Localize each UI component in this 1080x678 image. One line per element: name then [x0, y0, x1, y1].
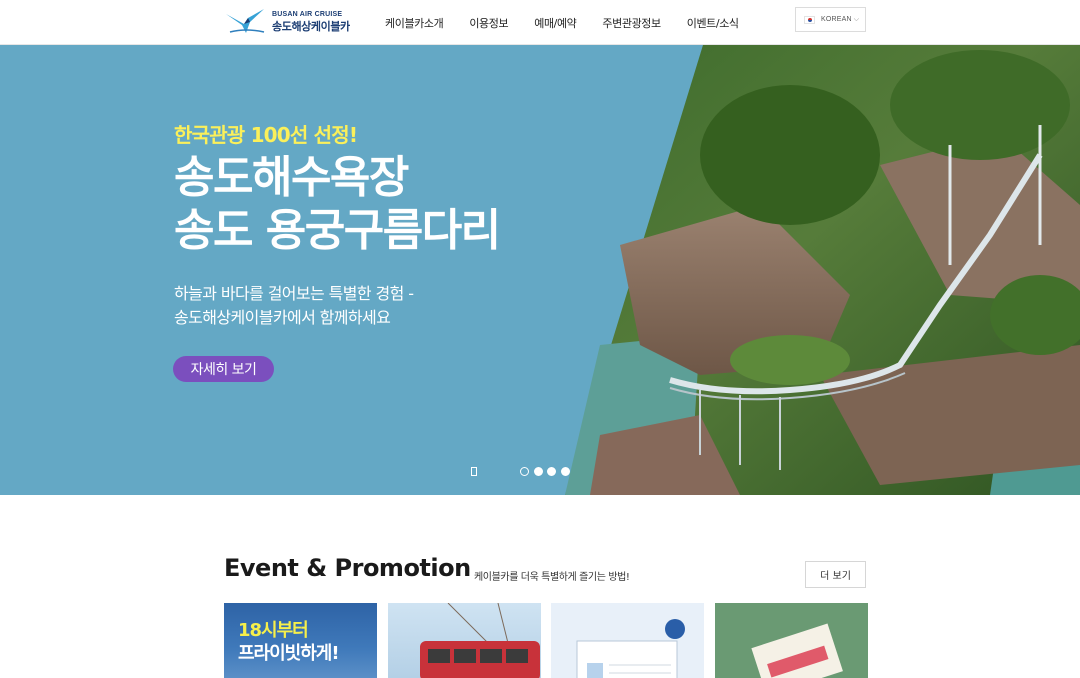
slide-dot-4[interactable] — [560, 467, 570, 476]
main-nav: 케이블카소개 이용정보 예매/예약 주변관광정보 이벤트/소식 — [372, 0, 752, 45]
slider-pagination — [520, 467, 574, 476]
hero-title: 송도해수욕장 송도 용궁구름다리 — [174, 151, 501, 257]
nav-item-booking[interactable]: 예매/예약 — [534, 15, 577, 31]
language-select[interactable]: KOREAN ⌵ — [795, 7, 866, 32]
logo-english-text: BUSAN AIR CRUISE — [272, 10, 343, 18]
korea-flag-icon — [804, 15, 815, 24]
event-card-1-line-1: 18시부터 — [238, 620, 309, 641]
hero-photo-skywalk — [565, 45, 1080, 495]
hero-banner: 한국관광 100선 선정! 송도해수욕장 송도 용궁구름다리 하늘과 바다를 걸… — [0, 45, 1080, 495]
events-section-subtitle: 케이블카를 더욱 특별하게 즐기는 방법! — [474, 572, 630, 583]
nav-item-events-news[interactable]: 이벤트/소식 — [687, 15, 739, 31]
language-label: KOREAN — [821, 16, 852, 23]
logo-korean-text: 송도해상케이블카 — [272, 19, 350, 33]
hero-desc-line-1: 하늘과 바다를 걸어보는 특별한 경험 - — [174, 284, 414, 303]
nav-item-cable-car-intro[interactable]: 케이블카소개 — [385, 15, 444, 31]
hero-title-line-2: 송도 용궁구름다리 — [174, 205, 501, 256]
hero-title-line-1: 송도해수욕장 — [174, 152, 409, 203]
event-card-exam-ticket[interactable] — [551, 603, 704, 678]
hero-kicker: 한국관광 100선 선정! — [174, 123, 358, 147]
event-card-1-text: 18시부터 프라이빗하게! — [238, 619, 340, 665]
nav-item-nearby-tourism[interactable]: 주변관광정보 — [602, 15, 661, 31]
exam-ticket-image — [576, 619, 685, 678]
events-section-title: Event & Promotion — [224, 554, 471, 582]
free-pass-ticket-image — [751, 623, 843, 678]
cable-car-image — [420, 603, 540, 678]
hero-details-button[interactable]: 자세히 보기 — [173, 356, 274, 382]
slide-dot-2[interactable] — [533, 467, 543, 476]
slide-dot-1[interactable] — [520, 467, 529, 476]
site-header: BUSAN AIR CRUISE 송도해상케이블카 케이블카소개 이용정보 예매… — [0, 0, 1080, 45]
site-logo[interactable]: BUSAN AIR CRUISE 송도해상케이블카 — [224, 3, 364, 39]
chevron-down-icon: ⌵ — [853, 15, 860, 23]
hero-desc-line-2: 송도해상케이블카에서 함께하세요 — [174, 308, 391, 327]
hero-description: 하늘과 바다를 걸어보는 특별한 경험 - 송도해상케이블카에서 함께하세요 — [174, 282, 414, 330]
event-card-free-pass[interactable] — [715, 603, 868, 678]
slide-dot-3[interactable] — [547, 467, 556, 476]
nav-item-usage-info[interactable]: 이용정보 — [469, 15, 508, 31]
events-more-button[interactable]: 더 보기 — [805, 561, 866, 588]
event-card-private-evening[interactable]: 18시부터 프라이빗하게! — [224, 603, 377, 678]
event-card-cable-car[interactable] — [388, 603, 541, 678]
seagull-logo-icon — [226, 9, 265, 33]
pause-icon[interactable] — [471, 467, 477, 476]
event-card-1-line-2: 프라이빗하게! — [238, 643, 340, 664]
